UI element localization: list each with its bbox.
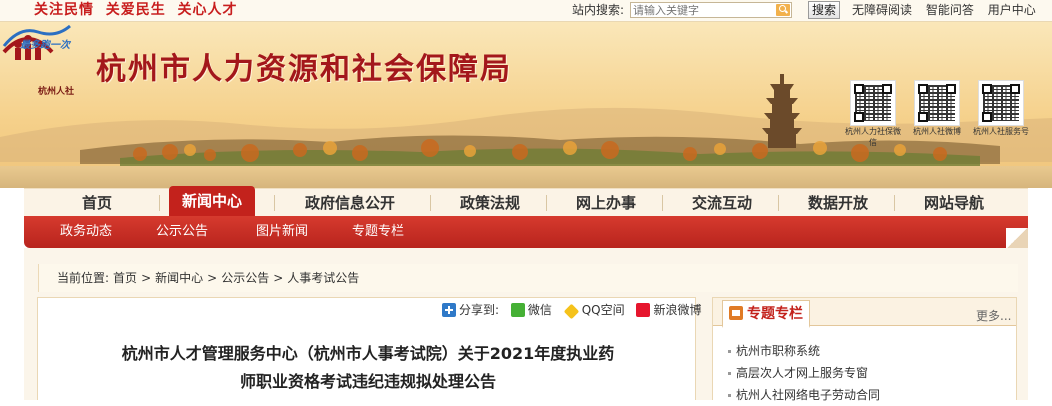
- sidebar-more-link[interactable]: 更多...: [976, 307, 1011, 324]
- share-label: 分享到:: [459, 303, 500, 317]
- subnav-item-announcements[interactable]: 公示公告: [156, 216, 208, 248]
- qr-code-service[interactable]: [978, 80, 1024, 126]
- nav-divider: [546, 195, 547, 211]
- topic-icon: [729, 306, 743, 320]
- sub-nav: 政务动态 公示公告 图片新闻 专题专栏: [24, 216, 1028, 248]
- emblem-text: 杭州人社: [38, 87, 75, 97]
- nav-item-online-services[interactable]: 网上办事: [556, 189, 656, 217]
- article-title-line: 师职业资格考试违纪违规拟处理公告: [239, 372, 496, 391]
- share-bar: 分享到: 微信 QQ空间 新浪微博: [442, 300, 709, 320]
- share-wechat-label: 微信: [527, 303, 552, 317]
- share-weibo-label: 新浪微博: [653, 303, 702, 317]
- qr-caption: 杭州人社服务号: [973, 127, 1029, 136]
- main-nav: 首页 新闻中心 政府信息公开 政策法规 网上办事 交流互动 数据开放 网站导航: [24, 186, 1028, 217]
- breadcrumb-item[interactable]: 首页: [113, 271, 137, 285]
- nav-item-open-data[interactable]: 数据开放: [788, 189, 888, 217]
- nav-divider: [778, 195, 779, 211]
- qr-code-wechat[interactable]: [850, 80, 896, 126]
- share-qzone[interactable]: QQ空间: [563, 303, 625, 320]
- share-wechat[interactable]: 微信: [510, 303, 552, 317]
- subnav-item-gov-news[interactable]: 政务动态: [60, 216, 112, 248]
- svg-text:最多跑一次: 最多跑一次: [20, 39, 72, 51]
- wechat-icon: [510, 303, 525, 317]
- slogan: 关注民情 关爱民生 关心人才: [34, 2, 238, 18]
- qzone-icon: [563, 303, 579, 320]
- sidebar-title-tab: 专题专栏: [722, 300, 810, 328]
- share-qzone-label: QQ空间: [581, 303, 625, 317]
- user-center-link[interactable]: 用户中心: [988, 3, 1036, 17]
- search-input[interactable]: [631, 3, 775, 18]
- nav-item-interaction[interactable]: 交流互动: [672, 189, 772, 217]
- accessibility-link[interactable]: 无障碍阅读: [852, 3, 912, 17]
- qr-code-weibo[interactable]: [914, 80, 960, 126]
- search-icon[interactable]: [776, 4, 790, 16]
- nav-item-gov-info[interactable]: 政府信息公开: [284, 189, 416, 217]
- subnav-item-special-topics[interactable]: 专题专栏: [352, 216, 404, 248]
- qr-caption: 杭州人力社保微信: [845, 127, 901, 147]
- sidebar-list-item[interactable]: 杭州人社网络电子劳动合同: [728, 384, 1008, 406]
- nav-divider: [662, 195, 663, 211]
- smart-qa-link[interactable]: 智能问答: [926, 3, 974, 17]
- page-curl-decoration: [1006, 228, 1028, 248]
- nav-divider: [894, 195, 895, 211]
- service-logo-icon[interactable]: 最多跑一次: [0, 22, 74, 52]
- nav-item-news-center[interactable]: 新闻中心: [169, 186, 255, 217]
- banner: 杭州人社 杭州市人力资源和社会保障局 最多跑一次 杭州人力社保微信 杭州人社微博…: [0, 22, 1052, 188]
- nav-divider: [274, 195, 275, 211]
- site-search-label: 站内搜索:: [572, 3, 625, 17]
- subnav-item-photo-news[interactable]: 图片新闻: [256, 216, 308, 248]
- sidebar-list-item[interactable]: 高层次人才网上服务专窗: [728, 362, 1008, 384]
- top-bar: 关注民情 关爱民生 关心人才 站内搜索: 搜索 无障碍阅读 智能问答 用户中心: [0, 0, 1052, 22]
- nav-item-site-map[interactable]: 网站导航: [904, 189, 1004, 217]
- breadcrumb-item[interactable]: 公示公告: [221, 271, 269, 285]
- breadcrumb-separator: >: [207, 271, 218, 285]
- share-plus-icon[interactable]: [442, 303, 456, 317]
- breadcrumb-separator: >: [141, 271, 152, 285]
- sidebar-title: 专题专栏: [747, 306, 803, 322]
- weibo-icon: [636, 303, 651, 317]
- top-links: 无障碍阅读 智能问答 用户中心: [852, 0, 1046, 20]
- qr-caption: 杭州人社微博: [913, 127, 961, 136]
- search-box: [630, 2, 792, 18]
- sidebar-list-item[interactable]: 杭州市职称系统: [728, 340, 1008, 362]
- article-title-line: 杭州市人才管理服务中心（杭州市人事考试院）关于2021年度执业药: [121, 344, 615, 363]
- nav-divider: [159, 195, 160, 211]
- nav-item-home[interactable]: 首页: [54, 189, 140, 217]
- share-weibo[interactable]: 新浪微博: [636, 303, 701, 317]
- breadcrumb: 当前位置: 首页 > 新闻中心 > 公示公告 > 人事考试公告: [38, 264, 1018, 292]
- breadcrumb-label: 当前位置:: [57, 271, 110, 285]
- nav-item-policies[interactable]: 政策法规: [440, 189, 540, 217]
- site-title[interactable]: 杭州市人力资源和社会保障局: [96, 44, 512, 88]
- article-title: 杭州市人才管理服务中心（杭州市人事考试院）关于2021年度执业药 师职业资格考试…: [60, 340, 676, 396]
- nav-divider: [430, 195, 431, 211]
- breadcrumb-separator: >: [273, 271, 284, 285]
- sidebar-list: 杭州市职称系统 高层次人才网上服务专窗 杭州人社网络电子劳动合同: [728, 340, 1008, 406]
- search-button[interactable]: 搜索: [808, 1, 840, 19]
- breadcrumb-item[interactable]: 新闻中心: [155, 271, 203, 285]
- breadcrumb-item[interactable]: 人事考试公告: [287, 271, 359, 285]
